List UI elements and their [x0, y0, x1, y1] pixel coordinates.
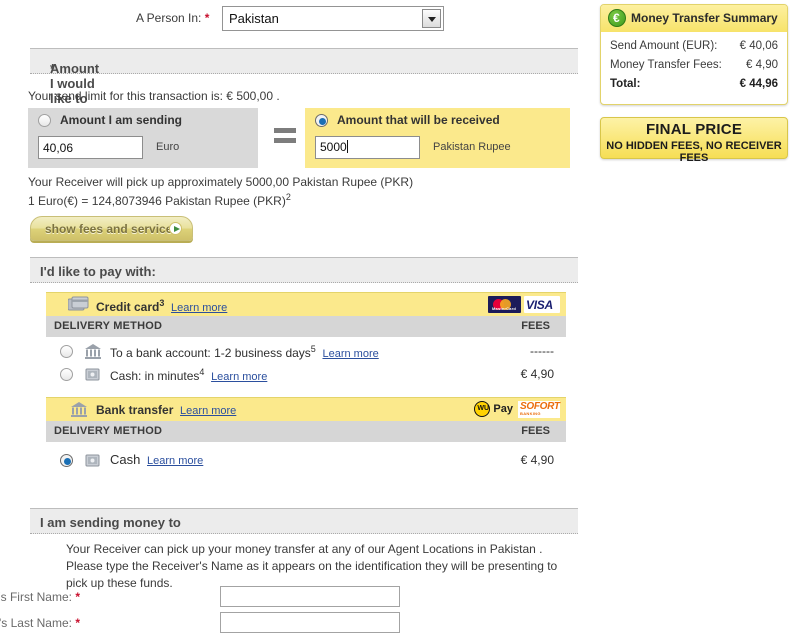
summary-fees-value: € 4,90: [746, 59, 778, 71]
bank-transfer-title: Bank transfer Learn more: [96, 403, 237, 417]
radio-cash[interactable]: [60, 454, 73, 467]
summary-title: Money Transfer Summary: [631, 11, 778, 25]
amount-sending-currency: Euro: [156, 141, 180, 153]
delivery-method-col-label: DELIVERY METHOD: [54, 320, 163, 332]
bank-transfer-delivery-header: DELIVERY METHOD FEES: [46, 421, 566, 442]
summary-send-amount-label: Send Amount (EUR):: [610, 40, 718, 52]
cash-icon: [85, 454, 100, 467]
summary-total-value: € 44,96: [739, 78, 778, 90]
final-price-line-1: FINAL PRICE: [645, 121, 743, 138]
amount-sending-box[interactable]: Amount I am sending Euro: [28, 108, 258, 168]
amount-received-input[interactable]: 5000: [315, 136, 420, 159]
credit-card-delivery-header: DELIVERY METHOD FEES: [46, 316, 566, 337]
send-limit-text: Your send limit for this transaction is:…: [28, 89, 280, 103]
final-price-badge: FINAL PRICE NO HIDDEN FEES, NO RECEIVER …: [600, 117, 788, 164]
equals-sign: [274, 128, 296, 146]
summary-header: € Money Transfer Summary: [601, 5, 787, 32]
credit-cards-icon: [68, 296, 89, 311]
cash-learn-more-link[interactable]: Learn more: [147, 455, 203, 467]
amount-sending-label: Amount I am sending: [60, 113, 183, 127]
receiver-first-name-input[interactable]: [220, 586, 400, 607]
delivery-bank-account-text: To a bank account: 1-2 business days5 Le…: [110, 344, 379, 360]
summary-row-fees: Money Transfer Fees: € 4,90: [610, 57, 778, 76]
country-label-text: A Person In:: [136, 11, 202, 25]
bank-transfer-header[interactable]: Bank transfer Learn more WU Pay SOFORT BANK…: [46, 397, 566, 421]
fees-col-label: FEES: [521, 320, 550, 332]
radio-amount-sending[interactable]: [38, 114, 51, 127]
payment-method-bank-transfer: Bank transfer Learn more WU Pay SOFORT BANK…: [46, 397, 566, 473]
show-fees-button-label: show fees and services: [45, 222, 180, 236]
bank-account-learn-more-link[interactable]: Learn more: [322, 348, 378, 360]
final-price-line-2: NO HIDDEN FEES, NO RECEIVER FEES: [606, 140, 782, 164]
delivery-row-cash[interactable]: Cash Learn more € 4,90: [46, 450, 566, 473]
mastercard-logo-icon: MasterCard: [488, 296, 521, 313]
radio-amount-received[interactable]: [315, 114, 328, 127]
receiver-section-header: I am sending money to: [30, 508, 578, 534]
amount-sending-input[interactable]: [38, 136, 143, 159]
amount-received-currency: Pakistan Rupee: [433, 141, 511, 153]
payment-method-credit-card: Credit card3 Learn more MasterCard VISA D…: [46, 292, 566, 387]
visa-logo-icon: VISA: [524, 296, 560, 313]
summary-row-send-amount: Send Amount (EUR): € 40,06: [610, 38, 778, 57]
credit-card-title: Credit card3 Learn more: [96, 298, 228, 314]
receiver-header-text: I am sending money to: [40, 515, 181, 530]
euro-coin-icon: €: [608, 9, 626, 27]
required-asterisk: *: [204, 11, 210, 25]
receiver-last-name-input[interactable]: [220, 612, 400, 633]
bank-icon: [85, 344, 101, 359]
country-select-value: Pakistan: [229, 11, 279, 26]
summary-send-amount-value: € 40,06: [739, 40, 778, 52]
delivery-cash-fee: € 4,90: [520, 453, 554, 467]
fees-col-label: FEES: [521, 425, 550, 437]
summary-row-total: Total: € 44,96: [610, 76, 778, 95]
pay-with-header-text: I'd like to pay with:: [40, 264, 156, 279]
country-row: A Person In: * Pakistan: [0, 6, 596, 32]
play-arrow-icon: [169, 222, 182, 235]
delivery-cash-minutes-text: Cash: in minutes4 Learn more: [110, 367, 268, 383]
credit-card-learn-more-link[interactable]: Learn more: [171, 302, 227, 314]
country-label: A Person In: *: [136, 11, 209, 25]
amount-received-value: 5000: [320, 140, 347, 154]
receiver-last-name-label: Receiver's Last Name: *: [0, 616, 80, 630]
summary-body: Send Amount (EUR): € 40,06 Money Transfe…: [601, 32, 787, 104]
pay-with-section-header: I'd like to pay with:: [30, 257, 578, 283]
delivery-cash-text: Cash Learn more: [110, 452, 204, 467]
delivery-method-col-label: DELIVERY METHOD: [54, 425, 163, 437]
bank-icon: [71, 402, 87, 417]
delivery-bank-account-fee: ------: [530, 344, 554, 358]
money-transfer-summary-card: € Money Transfer Summary Send Amount (EU…: [600, 4, 788, 105]
bank-transfer-learn-more-link[interactable]: Learn more: [180, 405, 236, 417]
receiver-first-name-label: Receiver's First Name: *: [0, 590, 80, 604]
credit-card-header[interactable]: Credit card3 Learn more MasterCard VISA: [46, 292, 566, 316]
cash-minutes-learn-more-link[interactable]: Learn more: [211, 371, 267, 383]
main-form-column: A Person In: * Pakistan Amount I would l…: [0, 0, 596, 635]
radio-to-bank-account[interactable]: [60, 345, 73, 358]
cash-icon: [85, 368, 100, 381]
pickup-estimate-text: Your Receiver will pick up approximately…: [28, 175, 414, 189]
radio-cash-in-minutes[interactable]: [60, 368, 73, 381]
bank-transfer-logos: WU Pay SOFORT BANKING: [474, 401, 560, 419]
summary-fees-label: Money Transfer Fees:: [610, 59, 722, 71]
receiver-intro-text: Your Receiver can pick up your money tra…: [66, 542, 558, 590]
show-fees-and-services-button[interactable]: show fees and services: [30, 216, 193, 241]
chevron-down-icon[interactable]: [422, 9, 441, 28]
exchange-rate-text: 1 Euro(€) = 124,8073946 Pakistan Rupee (…: [28, 192, 291, 208]
wu-pay-logo-icon: WU Pay: [474, 401, 513, 418]
amount-received-label: Amount that will be received: [337, 113, 500, 127]
text-caret: [346, 140, 348, 153]
summary-total-label: Total:: [610, 78, 641, 90]
country-select[interactable]: Pakistan: [222, 6, 444, 31]
send-amount-section-header: Amount I would like to send *: [30, 48, 578, 121]
sofort-banking-logo-icon: SOFORT BANKING: [518, 401, 560, 418]
delivery-cash-minutes-fee: € 4,90: [520, 367, 554, 381]
page-root: A Person In: * Pakistan Amount I would l…: [0, 0, 793, 635]
delivery-row-bank-account[interactable]: To a bank account: 1-2 business days5 Le…: [46, 341, 566, 364]
summary-column: € Money Transfer Summary Send Amount (EU…: [600, 4, 790, 164]
amount-received-box[interactable]: Amount that will be received 5000 Pakist…: [305, 108, 570, 168]
delivery-row-cash-minutes[interactable]: Cash: in minutes4 Learn more € 4,90: [46, 364, 566, 387]
credit-card-logos: MasterCard VISA: [488, 296, 560, 314]
